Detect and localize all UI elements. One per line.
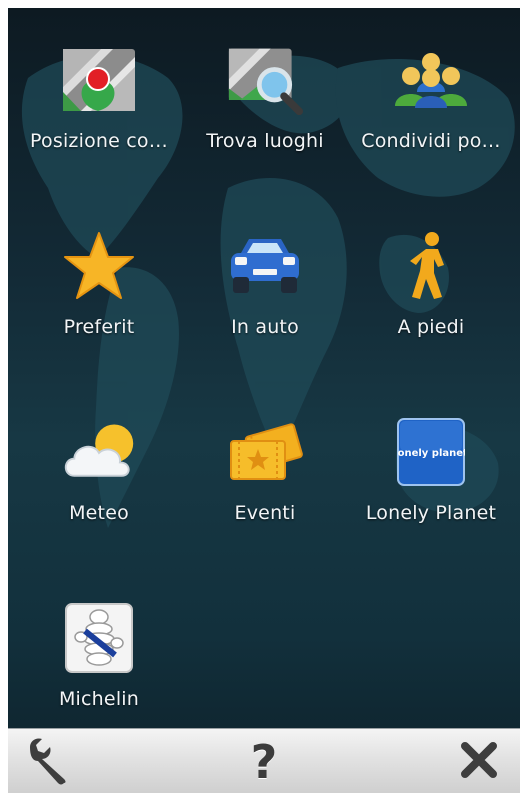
menu-item-label: Posizione co… [30, 130, 168, 152]
help-button[interactable]: ? [229, 732, 299, 792]
menu-item-label: In auto [231, 316, 299, 338]
menu-item-drive[interactable]: In auto [182, 194, 348, 364]
menu-item-label: Condividi po… [361, 130, 501, 152]
lonely-planet-logo-text: lonely planet [397, 448, 465, 459]
menu-item-label: Lonely Planet [365, 502, 497, 524]
weather-cloud-sun-icon [61, 414, 137, 490]
help-icon: ? [250, 734, 278, 789]
menu-item-lonely-planet[interactable]: lonely planet Lonely Planet [348, 380, 514, 550]
menu-item-label: Trova luoghi [206, 130, 324, 152]
menu-item-label: Eventi [234, 502, 296, 524]
lonely-planet-icon: lonely planet [393, 414, 469, 490]
walking-person-icon [393, 228, 469, 304]
wrench-icon [24, 735, 74, 789]
menu-item-weather[interactable]: Meteo [16, 380, 182, 550]
menu-item-michelin[interactable]: Michelin [16, 566, 182, 736]
menu-item-label: Meteo [69, 502, 129, 524]
car-icon [227, 228, 303, 304]
close-icon [459, 740, 499, 784]
menu-item-favorites[interactable]: Preferit [16, 194, 182, 364]
app-screen: Posizione co… Trova luoghi Condividi po…… [8, 8, 520, 793]
close-button[interactable] [444, 732, 514, 792]
tickets-icon [227, 414, 303, 490]
menu-item-label: Preferit [63, 316, 135, 338]
map-search-icon [227, 42, 303, 118]
menu-item-share-position[interactable]: Condividi po… [348, 8, 514, 178]
menu-grid: Posizione co… Trova luoghi Condividi po…… [8, 8, 520, 728]
menu-item-walk[interactable]: A piedi [348, 194, 514, 364]
menu-item-find-places[interactable]: Trova luoghi [182, 8, 348, 178]
menu-item-label: Michelin [58, 688, 140, 710]
michelin-icon [61, 600, 137, 676]
map-pin-icon [61, 42, 137, 118]
people-icon [393, 42, 469, 118]
menu-item-events[interactable]: Eventi [182, 380, 348, 550]
settings-button[interactable] [14, 732, 84, 792]
bottom-toolbar: ? [8, 728, 520, 793]
star-icon [61, 228, 137, 304]
menu-item-current-position[interactable]: Posizione co… [16, 8, 182, 178]
menu-item-label: A piedi [397, 316, 465, 338]
